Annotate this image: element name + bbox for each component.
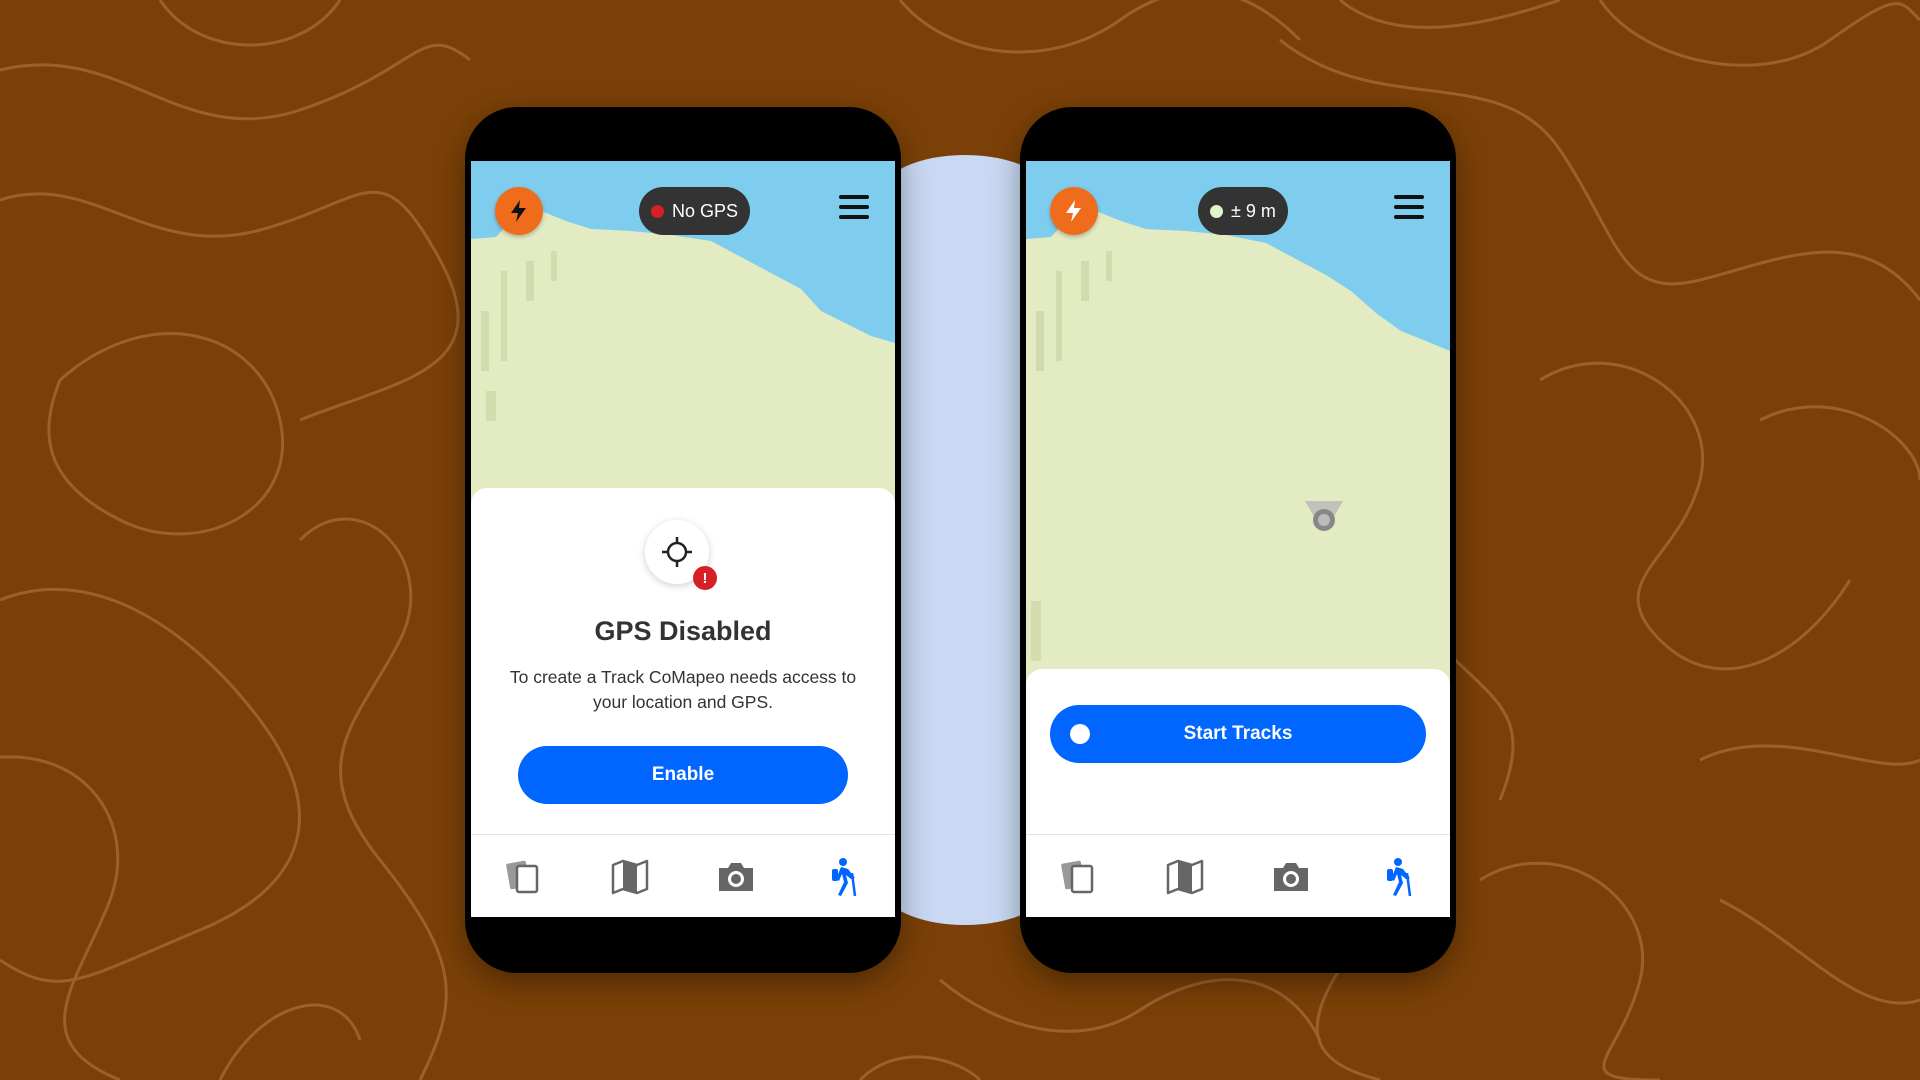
sheet-title: GPS Disabled (594, 616, 772, 646)
menu-icon (1394, 195, 1424, 199)
phone-left: No GPS ! GPS Disabled To create a Track … (465, 107, 901, 973)
phone-right: ± 9 m Start Tracks (1020, 107, 1456, 973)
lightning-icon (511, 200, 526, 222)
map-icon (611, 859, 649, 894)
menu-button[interactable] (1394, 195, 1424, 219)
gps-status-pill[interactable]: ± 9 m (1198, 187, 1288, 235)
crosshair-icon (662, 537, 692, 567)
hiker-icon (1387, 857, 1412, 896)
nav-camera[interactable] (1261, 847, 1321, 907)
nav-tracks[interactable] (812, 847, 872, 907)
alert-icon: ! (693, 566, 717, 590)
enable-button[interactable]: Enable (518, 746, 848, 804)
record-dot-icon (1070, 724, 1090, 744)
camera-icon (1274, 862, 1308, 891)
observations-icon (506, 860, 539, 893)
bottom-nav (1026, 834, 1450, 917)
gps-disabled-sheet: ! GPS Disabled To create a Track CoMapeo… (471, 488, 895, 834)
camera-icon (719, 862, 753, 891)
tracks-sheet: Start Tracks (1026, 669, 1450, 834)
start-tracks-label: Start Tracks (1183, 723, 1293, 744)
menu-button[interactable] (839, 195, 869, 219)
nav-map[interactable] (600, 847, 660, 907)
sheet-body: To create a Track CoMapeo needs access t… (509, 667, 857, 712)
map-icon (1166, 859, 1204, 894)
observations-icon (1061, 860, 1094, 893)
gps-status-pill[interactable]: No GPS (639, 187, 751, 235)
gps-status-dot (1210, 204, 1223, 218)
nav-observations[interactable] (1049, 847, 1109, 907)
gps-status-text: No GPS (672, 200, 739, 221)
nav-observations[interactable] (494, 847, 554, 907)
nav-map[interactable] (1155, 847, 1215, 907)
gps-status-text: ± 9 m (1231, 200, 1276, 221)
screen-right: ± 9 m Start Tracks (1026, 161, 1450, 917)
lightning-icon (1066, 200, 1081, 222)
nav-camera[interactable] (706, 847, 766, 907)
menu-icon (839, 195, 869, 199)
sync-button[interactable] (1050, 187, 1098, 235)
hiker-icon (832, 857, 857, 896)
start-tracks-button[interactable]: Start Tracks (1050, 705, 1426, 763)
gps-status-dot (651, 204, 664, 218)
screen-left: No GPS ! GPS Disabled To create a Track … (471, 161, 895, 917)
bottom-nav (471, 834, 895, 917)
sync-button[interactable] (495, 187, 543, 235)
nav-tracks[interactable] (1367, 847, 1427, 907)
